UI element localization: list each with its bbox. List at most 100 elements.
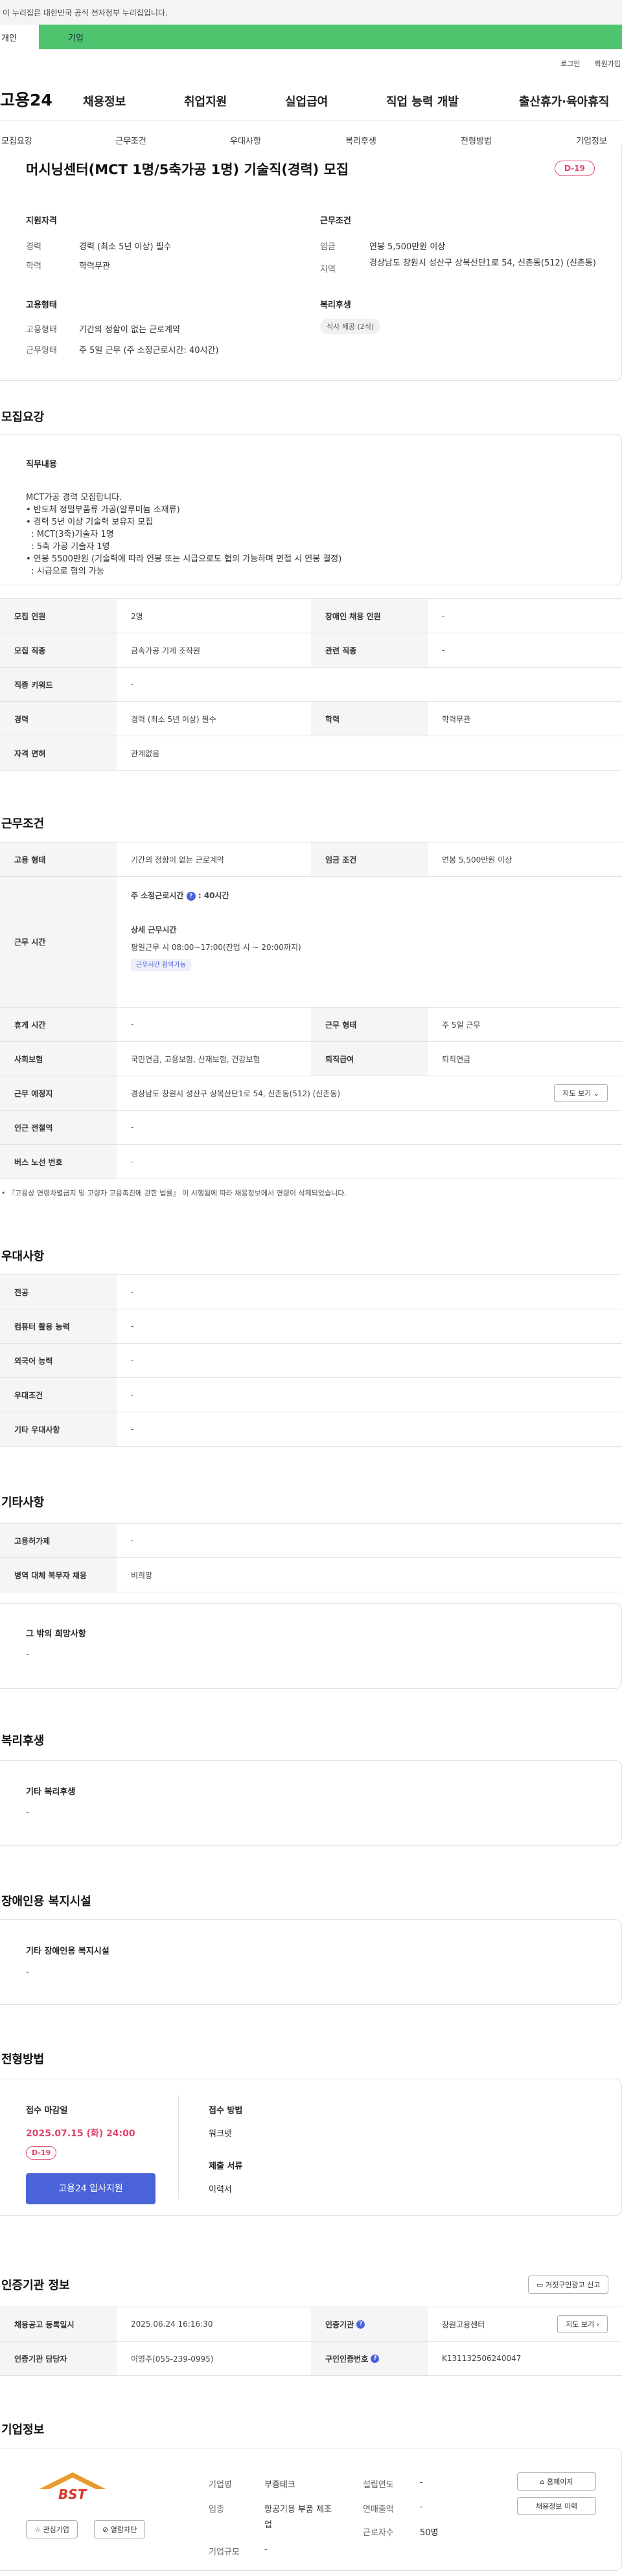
- org-value: 창원고용센터: [442, 2320, 485, 2329]
- tab-corp[interactable]: 기업: [39, 25, 622, 49]
- gnb-item-leave[interactable]: 출산휴가·육아휴직: [519, 93, 609, 109]
- table-header-cell: 병역 대체 복무자 채용: [0, 1558, 117, 1592]
- company-logo: BST: [34, 2470, 111, 2506]
- edu-label: 학력: [26, 262, 41, 271]
- gov-banner-text: 이 누리집은 대한민국 공식 전자정부 누리집입니다.: [3, 8, 168, 17]
- work-table: 고용 형태 기간의 정함이 없는 근로계약 임금 조건 연봉 5,500만원 이…: [0, 842, 622, 1179]
- tab-personal[interactable]: 개인: [0, 25, 39, 49]
- table-cell: 비희망: [131, 1570, 153, 1580]
- disabled-card: [0, 1919, 622, 2005]
- flex-chip: 근무시간 협의가능: [131, 959, 191, 971]
- table-header-cell: 장애인 채용 인원: [311, 599, 428, 633]
- career-value: 경력 (최소 5년 이상) 필수: [79, 242, 172, 252]
- map-view-button[interactable]: 지도 보기 ⌄: [554, 1084, 608, 1102]
- duty-line: : 5축 가공 기술자 1명: [26, 542, 110, 552]
- work-time-cell: 주 소정근로시간 ? : 40시간 상세 근무시간 평일근무 시 08:00~1…: [117, 877, 622, 1007]
- wish-value: -: [26, 1650, 29, 1660]
- welfare-chip: 식사 제공 (2식): [320, 319, 381, 334]
- pref-table: 전공 - 컴퓨터 활용 능력 - 외국어 능력 - 우대조건 - 기타 우대사항 -: [0, 1274, 622, 1447]
- favorite-company-button[interactable]: ☆ 관심기업: [26, 2520, 78, 2538]
- edu-value: 학력무관: [79, 262, 110, 271]
- table-header-cell: 임금 조건: [311, 842, 428, 876]
- detail-heading: 상세 근무시간: [131, 925, 177, 934]
- table-cell: -: [131, 1322, 134, 1331]
- table-cell: 금속가공 기계 조작원: [131, 646, 200, 655]
- homepage-button[interactable]: ⌂ 홈페이지: [517, 2472, 596, 2491]
- login-link[interactable]: 로그인: [560, 58, 580, 69]
- qual-heading: 지원자격: [26, 216, 57, 226]
- signup-link[interactable]: 회원가입: [595, 58, 621, 69]
- chevron-right-icon: ›: [596, 2320, 599, 2329]
- org-label: 인증기관: [325, 2320, 354, 2329]
- process-dday-badge: D-19: [26, 2146, 57, 2160]
- worktype-label: 근무형태: [26, 346, 57, 356]
- hours-heading: 주 소정근로시간: [131, 891, 184, 900]
- table-cell: 이영주(055-239-0995): [131, 2354, 214, 2364]
- company-name-label: 기업명: [209, 2480, 232, 2490]
- recruit-table: 모집 인원 2명 장애인 채용 인원 - 모집 직종 금속가공 기계 조작원 관…: [0, 598, 622, 771]
- area-label: 지역: [320, 265, 336, 275]
- tab-corp-label: 기업: [68, 33, 84, 43]
- table-header-cell: 경력: [0, 702, 117, 736]
- table-header-cell: 모집 인원: [0, 599, 117, 633]
- table-cell: -: [131, 680, 134, 689]
- founded-label: 설립연도: [363, 2480, 394, 2490]
- duty-line: MCT가공 경력 모집합니다.: [26, 493, 122, 503]
- info-icon[interactable]: ?: [186, 891, 196, 901]
- star-icon: ☆: [34, 2525, 41, 2534]
- logo[interactable]: 고용24: [0, 87, 84, 111]
- table-row: 우대조건 -: [0, 1378, 622, 1412]
- disabled-card-heading: 기타 장애인용 복지시설: [26, 1947, 109, 1956]
- table-row: 채용공고 등록일시 2025.06.24 16:16:30 인증기관 ? 창원고…: [0, 2307, 622, 2342]
- career-label: 경력: [26, 242, 41, 252]
- table-cell: 국민연금, 고용보험, 산재보험, 건강보험: [131, 1054, 260, 1064]
- age-notice: • 『고용상 연령차별금지 및 고령자 고용촉진에 관한 법률』 이 시행됨에 …: [1, 1189, 347, 1197]
- method-heading: 접수 방법: [209, 2106, 243, 2116]
- report-button[interactable]: ▭ 거짓구인광고 신고: [528, 2276, 609, 2294]
- detail-value: 평일근무 시 08:00~17:00(잔업 시 ~ 20:00까지): [131, 943, 301, 952]
- table-row: 인증기관 담당자 이영주(055-239-0995) 구인인증번호 ? K131…: [0, 2342, 622, 2376]
- org-cell: 창원고용센터 지도 보기 ›: [428, 2307, 622, 2341]
- info-icon[interactable]: ?: [356, 2320, 365, 2329]
- job-title: 머시닝센터(MCT 1명/5축가공 1명) 기술직(경력) 모집: [26, 162, 349, 177]
- table-row: 모집 인원 2명 장애인 채용 인원 -: [0, 599, 622, 633]
- table-row: 전공 -: [0, 1275, 622, 1309]
- gnb-item-training[interactable]: 직업 능력 개발: [386, 93, 459, 109]
- info-icon[interactable]: ?: [371, 2354, 380, 2363]
- duty-heading: 직무내용: [26, 460, 57, 469]
- table-header-cell: 관련 직종: [311, 633, 428, 667]
- work-section-title: 근무조건: [1, 817, 45, 831]
- table-header-cell: 휴게 시간: [0, 1008, 117, 1041]
- top-tabs: 개인 기업: [0, 25, 622, 49]
- table-row: 자격 면허 관계없음: [0, 736, 622, 771]
- table-cell: -: [131, 1157, 134, 1166]
- welfare-card-value: -: [26, 1808, 29, 1818]
- etc-table: 고용허가제 - 병역 대체 복무자 채용 비희망: [0, 1523, 622, 1592]
- deadline-value: 2025.07.15 (화) 24:00: [26, 2129, 135, 2139]
- table-cell: -: [131, 1123, 134, 1132]
- cert-map-button[interactable]: 지도 보기 ›: [557, 2315, 608, 2333]
- table-cell: -: [442, 611, 445, 620]
- recruit-history-button[interactable]: 채용정보 이력: [517, 2497, 596, 2515]
- gnb-item-jobs[interactable]: 채용정보: [83, 93, 126, 109]
- table-header-cell: 근무 예정지: [0, 1076, 117, 1110]
- worktype-value: 주 5일 근무 (주 소정근로시간: 40시간): [79, 346, 219, 356]
- gnb-item-employment-support[interactable]: 취업지원: [184, 93, 227, 109]
- table-cell: -: [442, 646, 445, 655]
- disabled-card-value: -: [26, 1967, 29, 1977]
- table-row: 직종 키워드 -: [0, 668, 622, 702]
- block-company-button[interactable]: ⊘ 열람차단: [94, 2520, 146, 2538]
- table-cell: 연봉 5,500만원 이상: [442, 855, 513, 864]
- table-header-cell: 인증기관 담당자: [0, 2342, 117, 2375]
- welfare-heading: 복리후생: [320, 300, 351, 310]
- emptype-label: 고용형태: [26, 325, 57, 335]
- table-cell: -: [131, 1356, 134, 1365]
- docs-value: 이력서: [209, 2185, 232, 2195]
- company-size-value: -: [264, 2545, 268, 2555]
- industry-value: 항공기용 부품 제조업: [264, 2505, 332, 2530]
- table-cell: 2025.06.24 16:16:30: [131, 2320, 213, 2329]
- apply-button[interactable]: 고용24 입사지원: [26, 2173, 156, 2204]
- employees-value: 50명: [420, 2528, 439, 2538]
- gnb-item-unemployment[interactable]: 실업급여: [285, 93, 328, 109]
- duty-line: • 경력 5년 이상 기술력 보유자 모집: [26, 517, 154, 527]
